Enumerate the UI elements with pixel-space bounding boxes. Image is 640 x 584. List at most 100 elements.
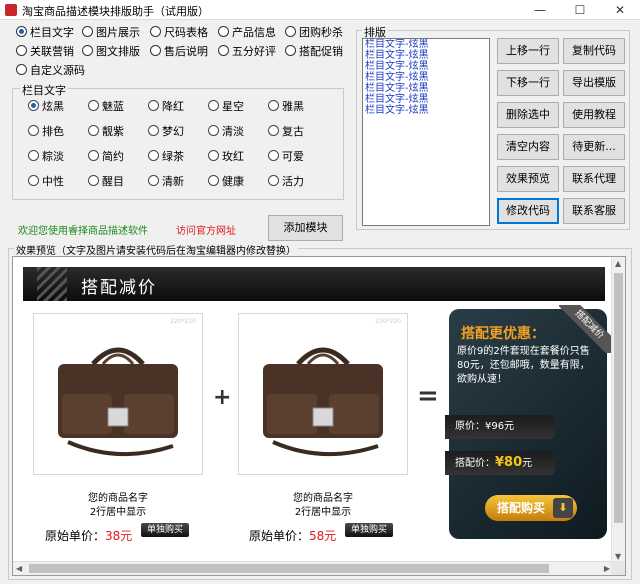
horizontal-scrollbar[interactable]: ◀ ▶ <box>13 561 613 575</box>
list-item[interactable]: 栏目文字-炫黑 <box>363 61 489 72</box>
clear-content-button[interactable]: 清空内容 <box>497 134 559 160</box>
radio-indicator <box>88 100 99 111</box>
module-checkbox[interactable]: 关联营销 <box>16 45 74 59</box>
style-radio[interactable]: 玫红 <box>208 150 244 164</box>
module-checkbox[interactable]: 产品信息 <box>218 26 276 40</box>
style-radio[interactable]: 靓紫 <box>88 125 124 139</box>
product-name: 您的商品名字 <box>88 493 148 504</box>
style-radio[interactable]: 星空 <box>208 100 244 114</box>
tutorial-button[interactable]: 使用教程 <box>563 102 625 128</box>
scroll-thumb[interactable] <box>29 564 549 573</box>
checkbox-indicator <box>16 26 27 37</box>
style-radio[interactable]: 活力 <box>268 175 304 189</box>
list-item[interactable]: 栏目文字-炫黑 <box>363 50 489 61</box>
pending-update-button[interactable]: 待更新... <box>563 134 625 160</box>
scroll-up-icon[interactable]: ▲ <box>615 259 621 268</box>
promo-title: 搭配更优惠： <box>461 326 545 342</box>
vertical-scrollbar[interactable]: ▲ ▼ <box>611 257 625 563</box>
radio-indicator <box>28 175 39 186</box>
module-checkbox[interactable]: 栏目文字 <box>16 26 74 40</box>
style-radio[interactable]: 梦幻 <box>148 125 184 139</box>
layout-list[interactable]: 栏目文字-炫黑 栏目文字-炫黑 栏目文字-炫黑 栏目文字-炫黑 栏目文字-炫黑 … <box>362 38 490 226</box>
module-checkbox[interactable]: 团购秒杀 <box>285 26 343 40</box>
checkbox-indicator <box>218 45 229 56</box>
module-checkbox[interactable]: 图片展示 <box>82 26 140 40</box>
move-down-button[interactable]: 下移一行 <box>497 70 559 96</box>
welcome-link[interactable]: 欢迎您使用睿择商品描述软件 <box>18 222 148 237</box>
banner-stripe <box>37 267 67 301</box>
copy-code-button[interactable]: 复制代码 <box>563 38 625 64</box>
style-radio[interactable]: 健康 <box>208 175 244 189</box>
list-item[interactable]: 栏目文字-炫黑 <box>363 72 489 83</box>
style-radio[interactable]: 清淡 <box>208 125 244 139</box>
module-checkbox[interactable]: 搭配促销 <box>285 45 343 59</box>
module-checkbox[interactable]: 自定义源码 <box>16 64 85 78</box>
maximize-button[interactable]: ☐ <box>560 0 600 20</box>
radio-indicator <box>208 150 219 161</box>
radio-indicator <box>268 100 279 111</box>
radio-indicator <box>28 125 39 136</box>
style-radio[interactable]: 炫黑 <box>28 100 64 114</box>
radio-indicator <box>148 125 159 136</box>
delete-selected-button[interactable]: 删除选中 <box>497 102 559 128</box>
buy-single-button[interactable]: 单独购买 <box>141 523 189 537</box>
buy-single-button[interactable]: 单独购买 <box>345 523 393 537</box>
style-radio[interactable]: 可爱 <box>268 150 304 164</box>
radio-indicator <box>268 125 279 136</box>
style-radio[interactable]: 粽淡 <box>28 150 64 164</box>
radio-indicator <box>88 150 99 161</box>
style-radio[interactable]: 清新 <box>148 175 184 189</box>
style-radio[interactable]: 绿茶 <box>148 150 184 164</box>
product-card: 220*220 <box>238 313 408 475</box>
close-button[interactable]: ✕ <box>600 0 640 20</box>
size-tag: 220*220 <box>375 318 401 325</box>
combo-buy-button[interactable]: 搭配购买 ⬇ <box>485 495 577 521</box>
list-item[interactable]: 栏目文字-炫黑 <box>363 94 489 105</box>
module-checkbox[interactable]: 五分好评 <box>218 45 276 59</box>
product-card: 220*220 <box>33 313 203 475</box>
list-item[interactable]: 栏目文字-炫黑 <box>363 83 489 94</box>
scroll-left-icon[interactable]: ◀ <box>16 564 22 573</box>
contact-service-button[interactable]: 联系客服 <box>563 198 625 224</box>
checkbox-indicator <box>150 45 161 56</box>
product-subtitle: 2行居中显示 <box>89 507 147 518</box>
list-item[interactable]: 栏目文字-炫黑 <box>363 105 489 116</box>
list-item[interactable]: 栏目文字-炫黑 <box>363 39 489 50</box>
scroll-down-icon[interactable]: ▼ <box>615 552 621 561</box>
contact-agent-button[interactable]: 联系代理 <box>563 166 625 192</box>
scroll-right-icon[interactable]: ▶ <box>604 564 610 573</box>
style-radio[interactable]: 复古 <box>268 125 304 139</box>
minimize-button[interactable]: — <box>520 0 560 20</box>
preview-canvas[interactable]: 搭配减价 220*220 您的商品名字 2行居中显示 原始单价：38元 单独购买… <box>12 256 626 576</box>
radio-indicator <box>148 100 159 111</box>
style-radio[interactable]: 降红 <box>148 100 184 114</box>
combo-price-pill: 搭配价：¥80元 <box>445 451 555 475</box>
style-radio[interactable]: 醒目 <box>88 175 124 189</box>
move-up-button[interactable]: 上移一行 <box>497 38 559 64</box>
style-radio[interactable]: 排色 <box>28 125 64 139</box>
add-module-button[interactable]: 添加模块 <box>268 215 343 241</box>
app-icon <box>5 4 17 16</box>
style-radio[interactable]: 简约 <box>88 150 124 164</box>
edit-code-button[interactable]: 修改代码 <box>497 198 559 224</box>
radio-indicator <box>268 175 279 186</box>
radio-indicator <box>28 150 39 161</box>
radio-indicator <box>88 175 99 186</box>
plus-sign: + <box>213 385 232 410</box>
preview-label: 效果预览（文字及图片请安装代码后在淘宝编辑器内修改替换） <box>14 242 298 257</box>
preview-button[interactable]: 效果预览 <box>497 166 559 192</box>
scroll-thumb[interactable] <box>614 273 623 523</box>
style-group-legend: 栏目文字 <box>20 82 68 98</box>
style-radio[interactable]: 魅蓝 <box>88 100 124 114</box>
style-radio[interactable]: 雅黑 <box>268 100 304 114</box>
module-checkbox[interactable]: 售后说明 <box>150 45 208 59</box>
original-price-pill: 原价：¥96元 <box>445 415 555 439</box>
checkbox-indicator <box>82 26 93 37</box>
export-template-button[interactable]: 导出模版 <box>563 70 625 96</box>
scroll-corner <box>611 561 625 575</box>
banner: 搭配减价 <box>23 267 605 301</box>
module-checkbox[interactable]: 图文排版 <box>82 45 140 59</box>
module-checkbox[interactable]: 尺码表格 <box>150 26 208 40</box>
style-radio[interactable]: 中性 <box>28 175 64 189</box>
visit-website-link[interactable]: 访问官方网址 <box>176 222 236 237</box>
